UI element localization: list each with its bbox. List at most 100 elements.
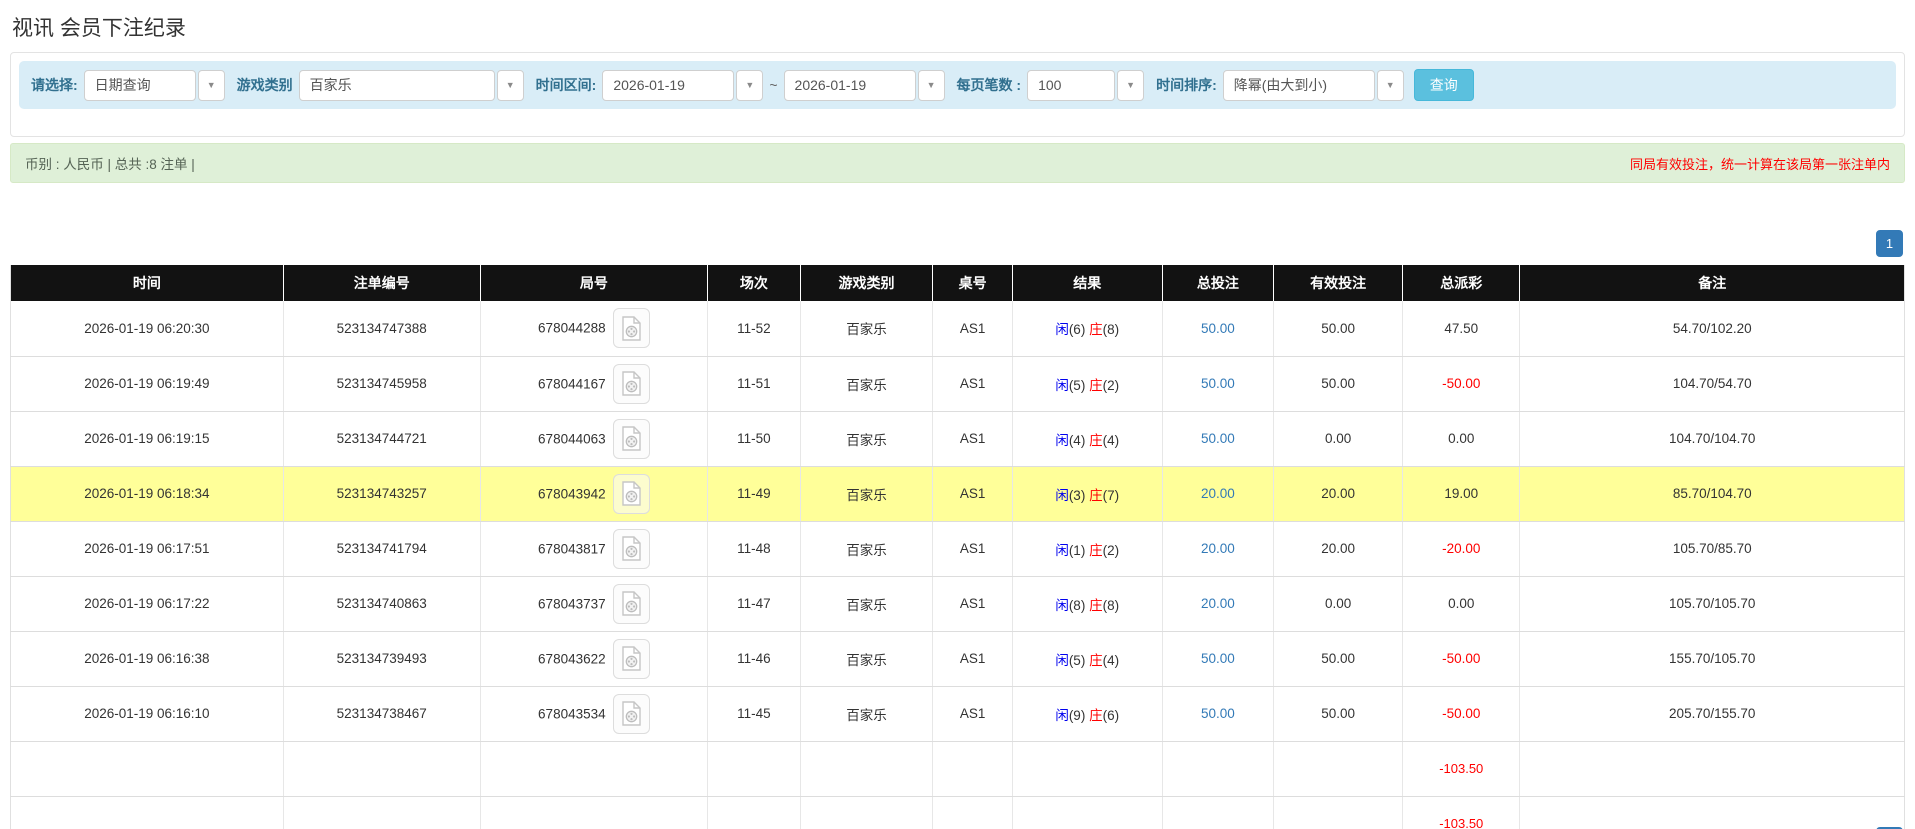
cell-total-bet[interactable]: 50.00: [1162, 686, 1275, 742]
player-result-label: 闲: [1055, 487, 1069, 503]
page-title: 视讯 会员下注纪录: [12, 17, 186, 40]
round-number: 678043534: [538, 706, 606, 721]
per-page-select[interactable]: 100 ▼: [1027, 69, 1145, 101]
time-sort-select[interactable]: 降幂(由大到小) ▼: [1222, 69, 1404, 101]
cell-table-id: AS1: [932, 301, 1013, 357]
player-result-value: (5): [1068, 377, 1086, 393]
page-1-button[interactable]: 1: [1876, 230, 1903, 257]
filter-panel: 请选择: 日期查询 ▼ 游戏类别 百家乐 ▼ 时间区间: 2026-01-19 …: [10, 52, 1905, 137]
cell-payout: 47.50: [1402, 301, 1521, 357]
game-type-label: 游戏类别: [236, 77, 293, 93]
cell-round: 678043534: [480, 686, 708, 742]
game-type-select[interactable]: 百家乐 ▼: [298, 69, 524, 101]
cell-total-bet[interactable]: 20.00: [1162, 521, 1275, 577]
round-number: 678043942: [538, 486, 606, 501]
col-header-table: 桌号: [932, 265, 1013, 301]
cell-result: 闲(4) 庄(4): [1012, 411, 1163, 467]
total-row: 总计 8 310.00 240.00 -103.50: [10, 796, 1905, 829]
per-page-value[interactable]: 100: [1027, 69, 1116, 101]
video-replay-button[interactable]: [612, 528, 650, 569]
film-file-icon: [621, 701, 641, 726]
total-count: 8: [283, 796, 481, 829]
cell-payout: 0.00: [1402, 411, 1521, 467]
col-header-result: 结果: [1012, 265, 1163, 301]
date-to-select[interactable]: 2026-01-19 ▼: [783, 69, 945, 101]
video-replay-button[interactable]: [612, 583, 650, 624]
cell-valid-bet: 0.00: [1273, 411, 1404, 467]
cell-session: 11-50: [707, 411, 801, 467]
cell-round: 678043817: [480, 521, 708, 577]
cell-remark: 205.70/155.70: [1519, 686, 1905, 742]
cell-session: 11-49: [707, 466, 801, 522]
cell-total-bet[interactable]: 20.00: [1162, 576, 1275, 632]
cell-time: 2026-01-19 06:17:51: [10, 521, 284, 577]
bet-records-table: 时间 注单编号 局号 场次 游戏类别 桌号 结果 总投注 有效投注 总派彩 备注…: [10, 265, 1905, 829]
cell-total-bet[interactable]: 50.00: [1162, 356, 1275, 412]
cell-total-bet[interactable]: 50.00: [1162, 411, 1275, 467]
currency-total-text: 币别 : 人民币 | 总共 :8 注单 |: [25, 157, 195, 172]
date-from-select[interactable]: 2026-01-19 ▼: [602, 69, 764, 101]
banker-result-value: (2): [1102, 377, 1120, 393]
banker-result-value: (6): [1102, 707, 1120, 723]
cell-total-bet[interactable]: 50.00: [1162, 301, 1275, 357]
banker-result-value: (8): [1102, 597, 1120, 613]
cell-total-bet[interactable]: 20.00: [1162, 466, 1275, 522]
video-replay-button[interactable]: [612, 308, 650, 349]
banker-result-label: 庄: [1089, 707, 1103, 723]
cell-result: 闲(8) 庄(8): [1012, 576, 1163, 632]
per-page-label: 每页笔数 :: [956, 77, 1022, 93]
banker-result-label: 庄: [1089, 597, 1103, 613]
cell-remark: 155.70/105.70: [1519, 631, 1905, 687]
cell-bet-id: 523134741794: [283, 521, 481, 577]
cell-payout: -50.00: [1402, 686, 1521, 742]
cell-payout: 0.00: [1402, 576, 1521, 632]
time-sort-value[interactable]: 降幂(由大到小): [1222, 69, 1375, 101]
cell-time: 2026-01-19 06:19:49: [10, 356, 284, 412]
date-from-value[interactable]: 2026-01-19: [602, 69, 735, 101]
video-replay-button[interactable]: [612, 473, 650, 514]
game-type-value[interactable]: 百家乐: [298, 69, 495, 101]
cell-result: 闲(5) 庄(4): [1012, 631, 1163, 687]
query-type-select[interactable]: 日期查询 ▼: [83, 69, 225, 101]
cell-valid-bet: 20.00: [1273, 466, 1404, 522]
chevron-down-icon[interactable]: ▼: [917, 69, 945, 101]
cell-table-id: AS1: [932, 411, 1013, 467]
subtotal-row: 小计 8 310.00 240.00 -103.50: [10, 741, 1905, 797]
round-number: 678044063: [538, 431, 606, 446]
round-number: 678043737: [538, 596, 606, 611]
total-valid-bet: 240.00: [1273, 796, 1404, 829]
cell-game: 百家乐: [800, 686, 934, 742]
chevron-down-icon[interactable]: ▼: [197, 69, 225, 101]
round-number: 678043622: [538, 651, 606, 666]
chevron-down-icon[interactable]: ▼: [1117, 69, 1145, 101]
cell-bet-id: 523134740863: [283, 576, 481, 632]
cell-payout: -50.00: [1402, 356, 1521, 412]
video-replay-button[interactable]: [612, 363, 650, 404]
cell-total-bet[interactable]: 50.00: [1162, 631, 1275, 687]
video-replay-button[interactable]: [612, 638, 650, 679]
banker-result-value: (4): [1102, 652, 1120, 668]
chevron-down-icon[interactable]: ▼: [1376, 69, 1404, 101]
total-payout: -103.50: [1402, 796, 1521, 829]
cell-valid-bet: 50.00: [1273, 301, 1404, 357]
chevron-down-icon[interactable]: ▼: [736, 69, 764, 101]
player-result-label: 闲: [1055, 377, 1069, 393]
video-replay-button[interactable]: [612, 418, 650, 459]
player-result-value: (8): [1068, 597, 1086, 613]
cell-remark: 85.70/104.70: [1519, 466, 1905, 522]
cell-bet-id: 523134739493: [283, 631, 481, 687]
video-replay-button[interactable]: [612, 693, 650, 734]
cell-round: 678043737: [480, 576, 708, 632]
search-button[interactable]: 查询: [1413, 69, 1474, 101]
chevron-down-icon[interactable]: ▼: [496, 69, 524, 101]
round-number: 678043817: [538, 541, 606, 556]
cell-round: 678044063: [480, 411, 708, 467]
table-row: 2026-01-19 06:17:51 523134741794 6780438…: [10, 521, 1905, 577]
date-to-value[interactable]: 2026-01-19: [783, 69, 916, 101]
round-number: 678044288: [538, 320, 606, 336]
cell-round: 678043622: [480, 631, 708, 687]
cell-round: 678044167: [480, 356, 708, 412]
query-type-value[interactable]: 日期查询: [83, 69, 196, 101]
cell-game: 百家乐: [800, 301, 934, 357]
cell-table-id: AS1: [932, 576, 1013, 632]
